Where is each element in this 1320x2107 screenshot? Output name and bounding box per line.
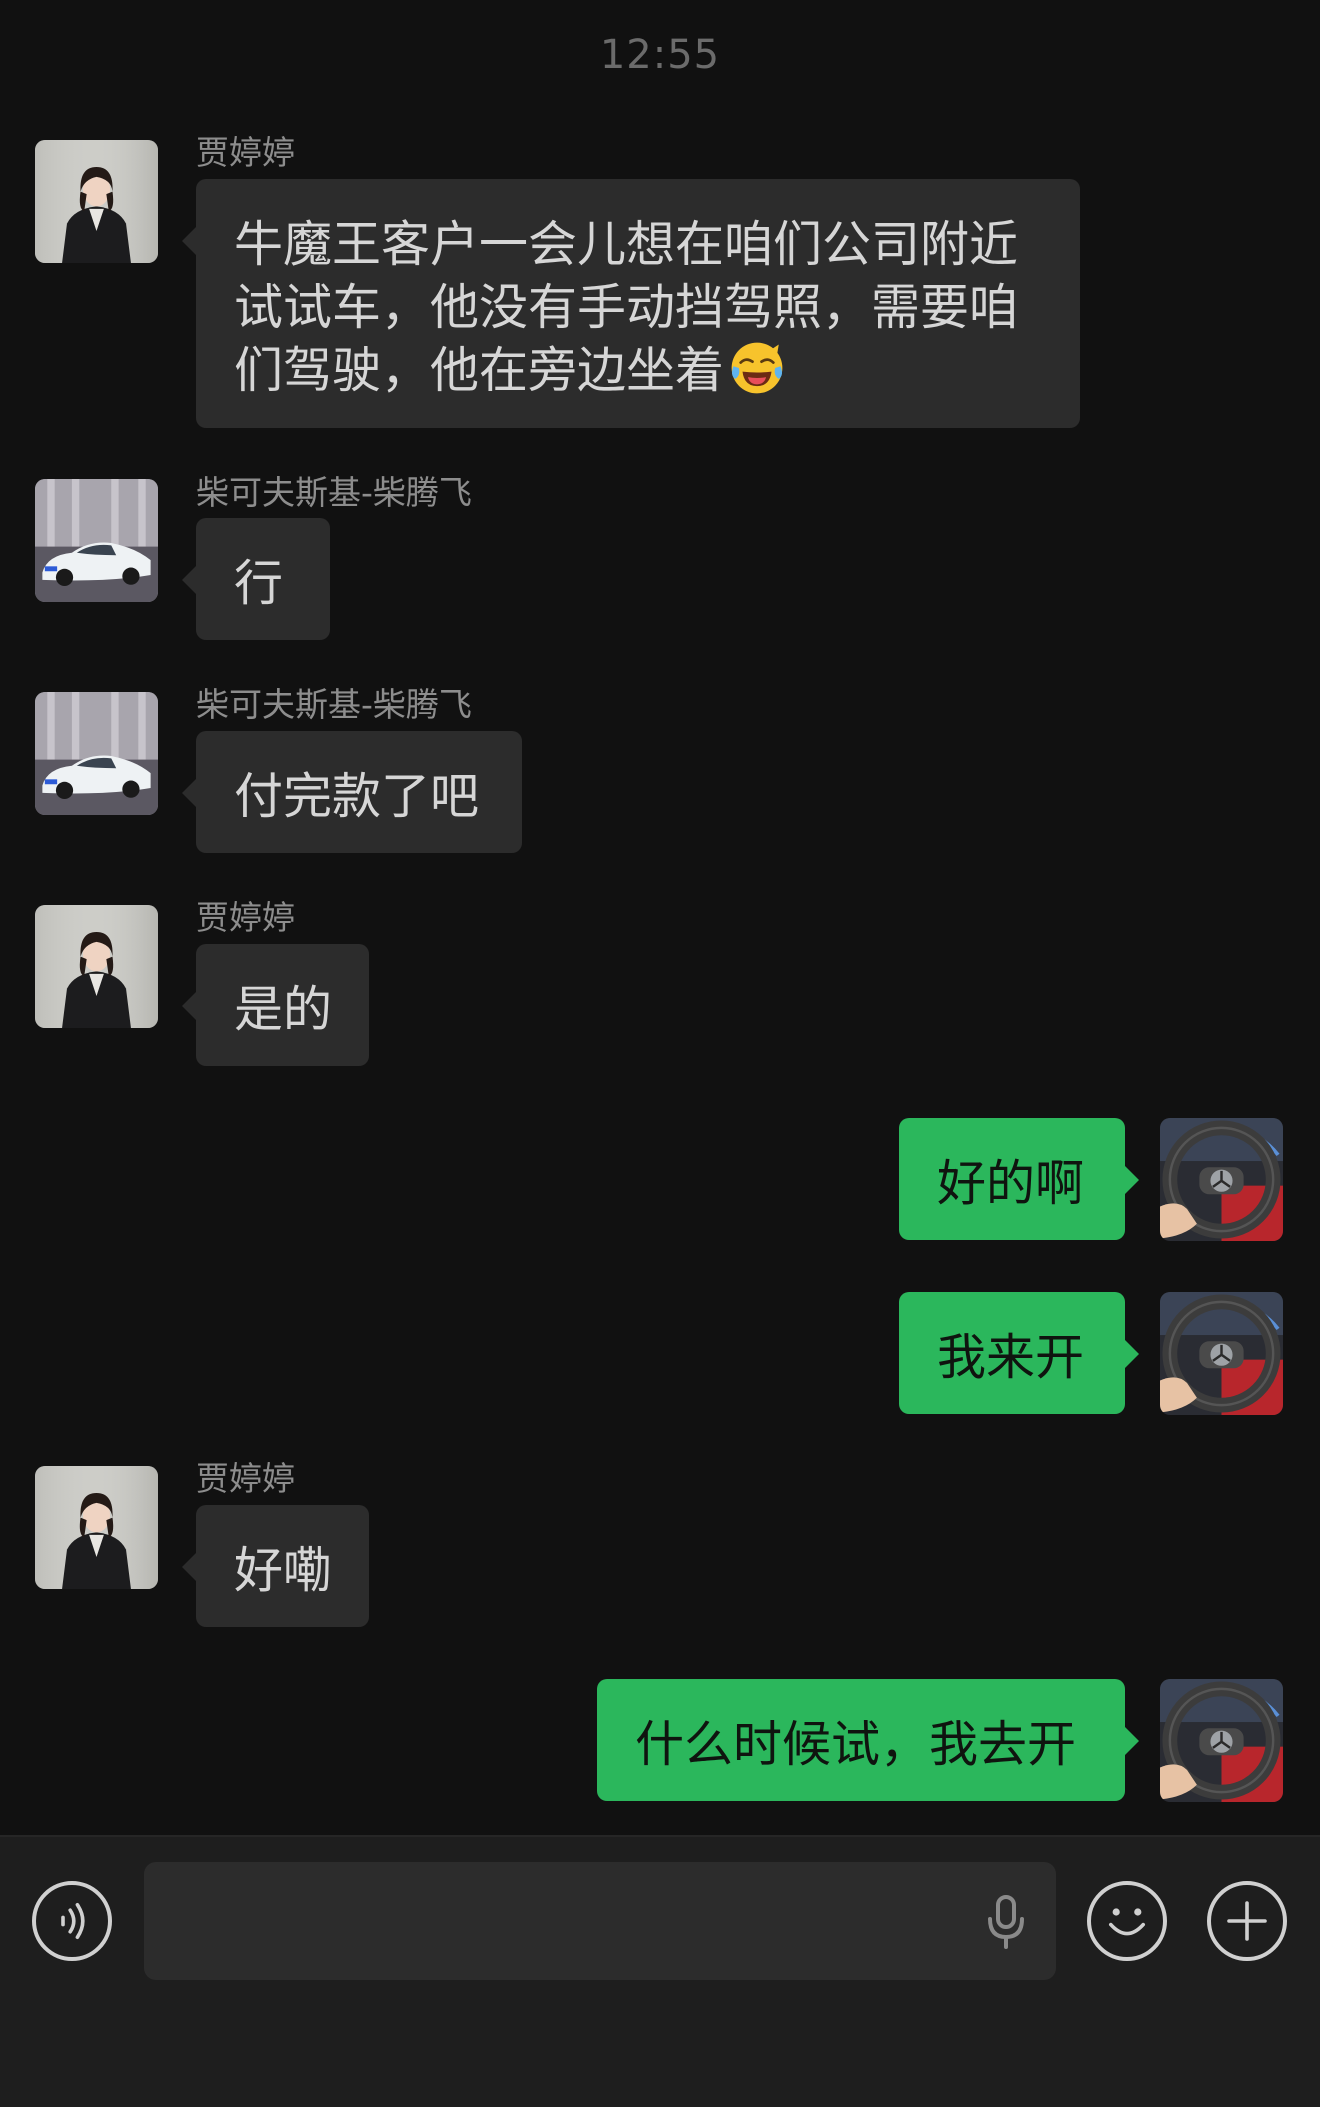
message-text: 好嘞 (234, 1542, 333, 1599)
message-text: 好的啊 (937, 1155, 1085, 1212)
message-bubble-incoming[interactable]: 付完款了吧 (182, 731, 522, 853)
avatar-jia-tingting[interactable] (35, 905, 158, 1028)
input-toolbar (0, 1835, 1320, 2107)
face-with-tears-of-joy-icon (728, 339, 786, 397)
avatar-jia-tingting[interactable] (35, 140, 158, 263)
avatar-me[interactable] (1160, 1292, 1283, 1415)
avatar-chai-tengfei[interactable] (35, 692, 158, 815)
voice-toggle-button[interactable] (32, 1881, 112, 1961)
message-bubble-incoming[interactable]: 是的 (182, 944, 369, 1066)
message-bubble-outgoing[interactable]: 什么时候试，我去开 (597, 1679, 1139, 1801)
message-bubble-outgoing[interactable]: 我来开 (899, 1292, 1139, 1414)
message-text: 付完款了吧 (234, 768, 480, 825)
chat-area[interactable]: 12:55 贾婷婷 牛魔王客户一会儿想在咱们公司附近试试车，他没有手动挡驾照，需… (0, 0, 1320, 1835)
voice-toggle-icon (61, 1903, 85, 1939)
sender-name: 柴可夫斯基-柴腾飞 (196, 473, 472, 512)
message-input-box[interactable] (144, 1862, 1056, 1982)
message-bubble-incoming[interactable]: 行 (182, 518, 330, 640)
message-text: 牛魔王客户一会儿想在咱们公司附近试试车，他没有手动挡驾照，需要咱们驾驶，他在旁边… (234, 216, 1019, 399)
message-bubble-outgoing[interactable]: 好的啊 (899, 1118, 1139, 1240)
message-text: 行 (234, 555, 284, 612)
sender-name: 贾婷婷 (196, 898, 295, 937)
message-timestamp: 12:55 (599, 32, 721, 78)
avatar-jia-tingting[interactable] (35, 1466, 158, 1589)
message-text: 什么时候试，我去开 (635, 1716, 1077, 1773)
plus-icon (1227, 1901, 1267, 1941)
more-options-button[interactable] (1207, 1881, 1287, 1961)
emoji-icon (1109, 1908, 1145, 1936)
sender-name: 贾婷婷 (196, 1459, 295, 1498)
message-text: 是的 (234, 981, 333, 1038)
avatar-me[interactable] (1160, 1679, 1283, 1802)
emoji-button[interactable] (1087, 1881, 1167, 1961)
sender-name: 柴可夫斯基-柴腾飞 (196, 685, 472, 724)
avatar-me[interactable] (1160, 1118, 1283, 1241)
message-text: 我来开 (937, 1329, 1085, 1386)
sender-name: 贾婷婷 (196, 133, 295, 172)
message-bubble-incoming[interactable]: 牛魔王客户一会儿想在咱们公司附近试试车，他没有手动挡驾照，需要咱们驾驶，他在旁边… (182, 179, 1080, 428)
message-input[interactable] (168, 1862, 992, 1982)
message-bubble-incoming[interactable]: 好嘞 (182, 1505, 369, 1627)
avatar-chai-tengfei[interactable] (35, 479, 158, 602)
microphone-icon[interactable] (986, 1895, 1026, 1950)
